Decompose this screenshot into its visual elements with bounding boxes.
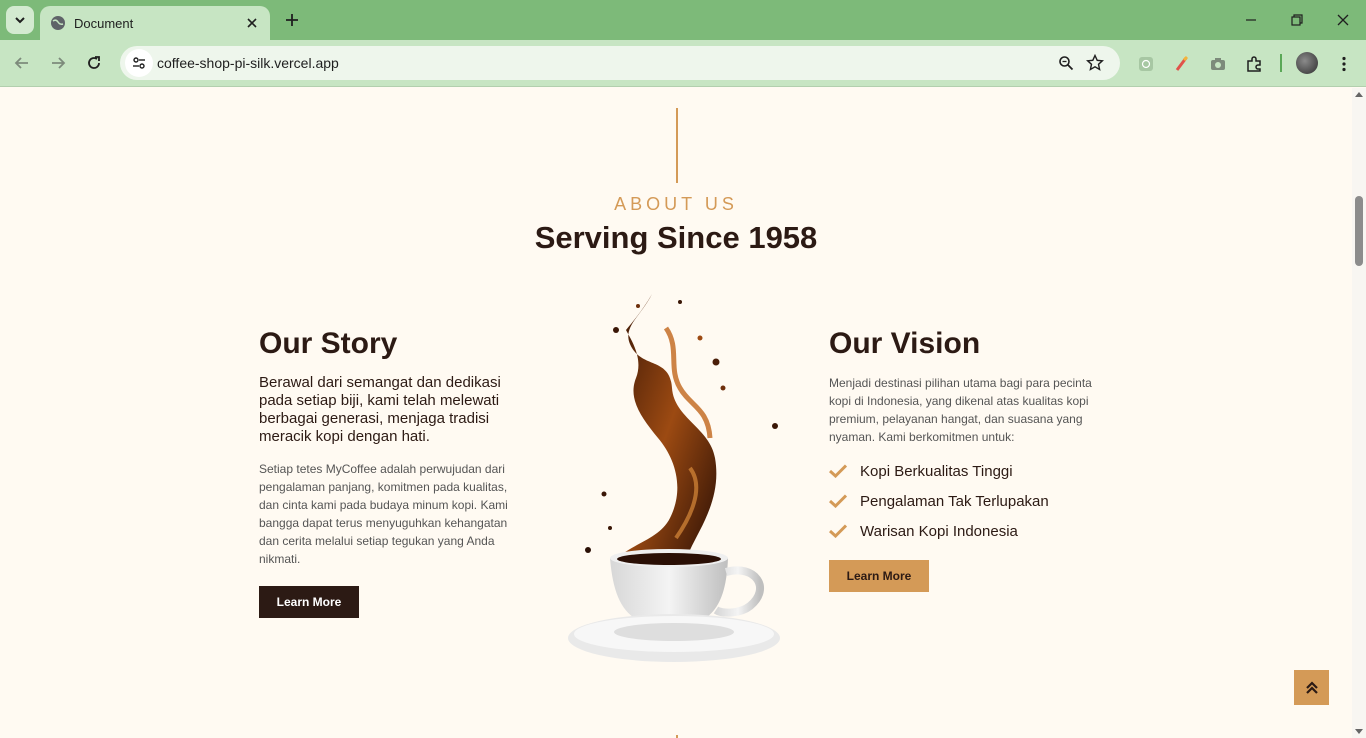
extension-icon[interactable] [1172,54,1192,74]
list-item-label: Warisan Kopi Indonesia [860,522,1018,540]
site-info-icon[interactable] [125,49,153,77]
avatar[interactable] [1296,52,1318,74]
list-item-label: Kopi Berkualitas Tinggi [860,462,1013,480]
restore-icon[interactable] [1287,10,1307,30]
vision-title: Our Vision [829,327,981,360]
story-learn-more-button[interactable]: Learn More [259,586,359,618]
extension-icon[interactable] [1244,54,1264,74]
double-chevron-up-icon [1305,680,1318,694]
reload-icon[interactable] [83,52,105,74]
browser-tab-bar: Document [0,0,1366,40]
globe-icon [51,16,65,30]
scrollbar-thumb[interactable] [1355,196,1363,266]
close-icon[interactable] [244,15,260,31]
more-icon[interactable] [1334,54,1354,74]
decorative-line [676,108,678,183]
list-item: Kopi Berkualitas Tinggi [829,456,1099,486]
tab-search-icon[interactable] [6,6,34,34]
story-title: Our Story [259,327,398,360]
url-text[interactable]: coffee-shop-pi-silk.vercel.app [157,55,339,71]
coffee-splash-image [568,294,780,662]
section-eyebrow: ABOUT US [614,194,738,214]
story-body: Setiap tetes MyCoffee adalah perwujudan … [259,462,508,566]
list-item-label: Pengalaman Tak Terlupakan [860,492,1049,510]
check-icon [829,524,847,538]
page-content: ABOUT US Serving Since 1958 Our Story Be… [0,88,1352,738]
vision-learn-more-button[interactable]: Learn More [829,560,929,592]
scroll-to-top-button[interactable] [1294,670,1329,705]
extension-icon[interactable] [1136,54,1156,74]
forward-icon[interactable] [47,52,69,74]
back-icon[interactable] [11,52,33,74]
browser-tab[interactable]: Document [40,6,270,40]
vision-list: Kopi Berkualitas Tinggi Pengalaman Tak T… [829,456,1099,546]
scroll-down-icon[interactable] [1355,729,1363,734]
check-icon [829,464,847,478]
our-vision: Our Vision Menjadi destinasi pilihan uta… [829,326,1099,592]
section-heading: Serving Since 1958 [534,220,818,255]
minimize-icon[interactable] [1241,10,1261,30]
list-item: Warisan Kopi Indonesia [829,516,1099,546]
plus-icon[interactable] [280,8,304,32]
tab-title: Document [74,15,134,31]
vision-body: Menjadi destinasi pilihan utama bagi par… [829,376,1092,444]
list-item: Pengalaman Tak Terlupakan [829,486,1099,516]
browser-toolbar: coffee-shop-pi-silk.vercel.app [0,40,1366,87]
address-bar[interactable]: coffee-shop-pi-silk.vercel.app [120,46,1120,80]
check-icon [829,494,847,508]
story-lead: Berawal dari semangat dan dedikasi pada … [259,374,501,445]
close-window-icon[interactable] [1333,10,1353,30]
extension-icon[interactable] [1208,54,1228,74]
star-icon[interactable] [1086,54,1104,72]
zoom-icon[interactable] [1058,55,1074,71]
our-story: Our Story Berawal dari semangat dan dedi… [259,326,519,618]
toolbar-divider [1280,54,1282,72]
scroll-up-icon[interactable] [1355,92,1363,97]
page-scrollbar[interactable] [1352,88,1366,738]
